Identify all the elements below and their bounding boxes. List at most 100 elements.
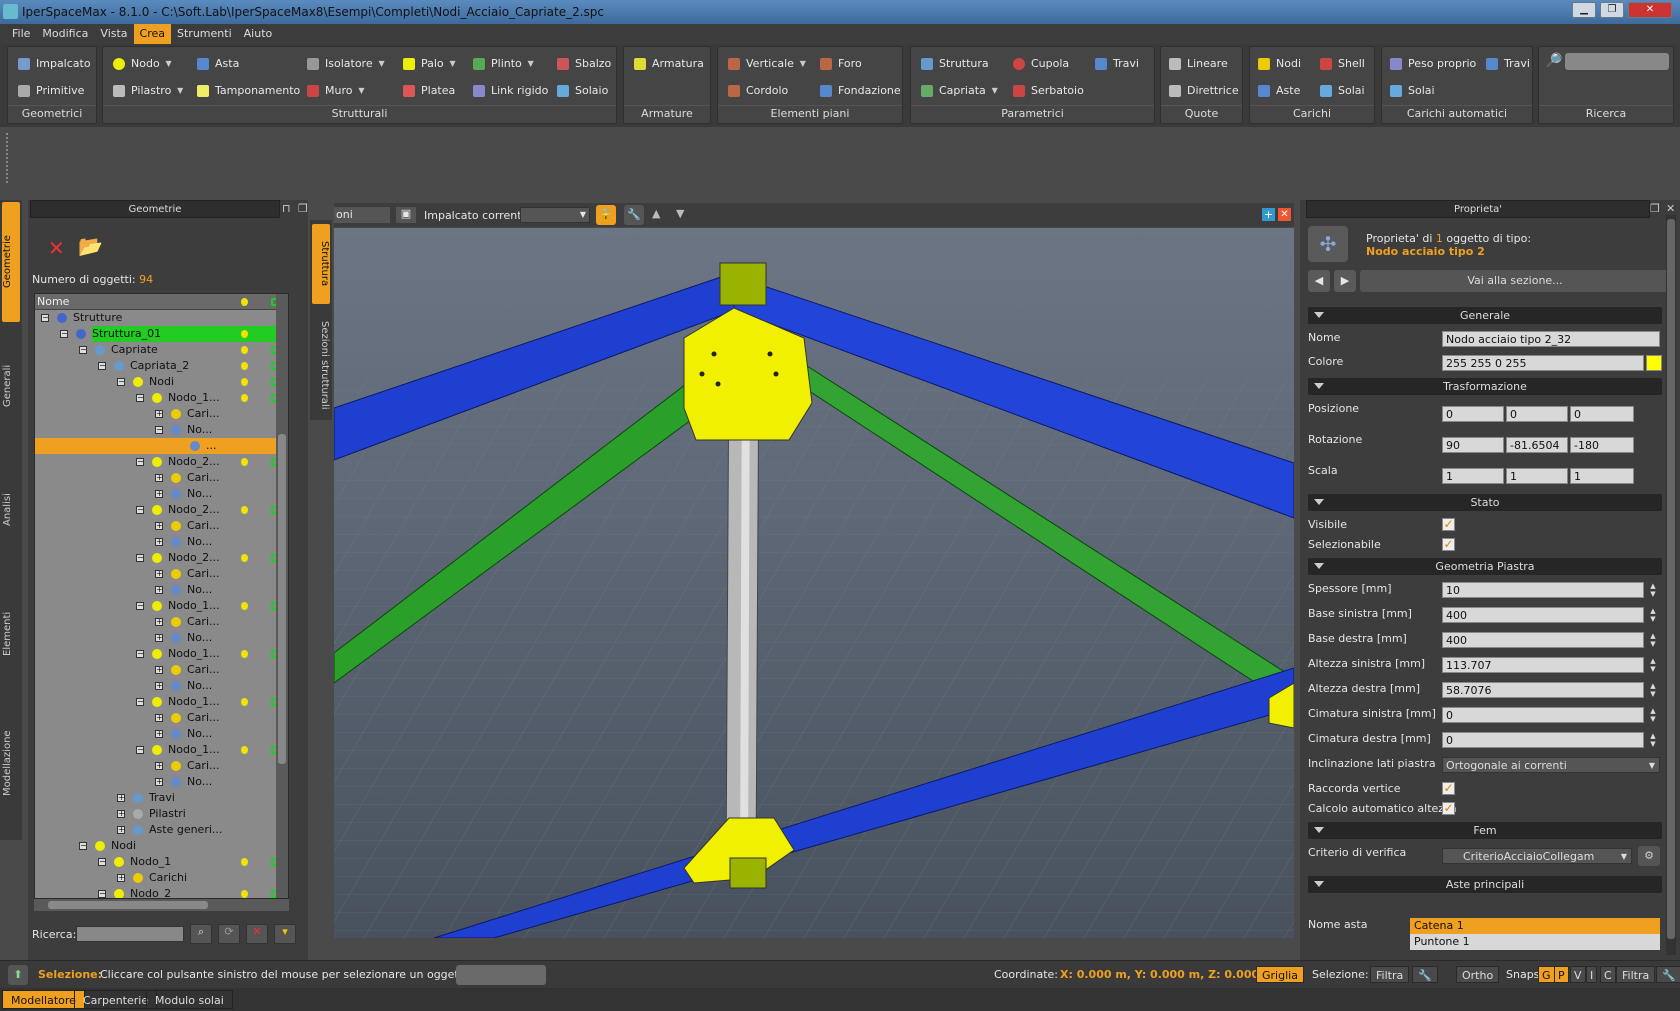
tree-item[interactable]: + No... [35, 678, 288, 694]
collapse-icon[interactable]: − [60, 330, 68, 338]
snap-filtra-button[interactable]: Filtra [1616, 966, 1656, 983]
nodo-button[interactable]: Nodo ▼ [109, 53, 172, 75]
visibility-icon[interactable] [241, 362, 248, 370]
collapse-icon[interactable]: − [98, 890, 106, 898]
carichi-aste-button[interactable]: Aste [1254, 80, 1300, 102]
pilastro-button[interactable]: Pilastro ▼ [109, 80, 183, 102]
collapse-icon[interactable]: − [136, 650, 144, 658]
visibility-icon[interactable] [241, 746, 248, 754]
pin-icon[interactable]: ⊓ [282, 202, 291, 215]
visibility-icon[interactable] [241, 394, 248, 402]
link-rigido-button[interactable]: Link rigido [469, 80, 548, 102]
menu-crea[interactable]: Crea [133, 24, 172, 44]
arrow-up-icon[interactable]: ▲ [652, 207, 660, 220]
tree-item[interactable]: + Travi [35, 790, 288, 806]
tree-item[interactable]: − Nodo_2... [35, 550, 288, 566]
properties-scrollbar[interactable] [1666, 215, 1676, 955]
tree-item[interactable]: − Strutture [35, 310, 288, 326]
status-up-icon[interactable]: ⬆ [8, 965, 28, 985]
expand-icon[interactable]: + [155, 490, 163, 498]
tree-item[interactable]: + Cari... [35, 710, 288, 726]
collapse-icon[interactable]: − [117, 378, 125, 386]
tree-item[interactable]: + Aste generi... [35, 822, 288, 838]
tree-item[interactable]: + No... [35, 534, 288, 550]
expand-icon[interactable]: + [155, 618, 163, 626]
struttura-button[interactable]: Struttura [917, 53, 989, 75]
tab-elementi[interactable]: Elementi [2, 574, 20, 694]
tree-item[interactable]: − Nodo_1... [35, 742, 288, 758]
tree-item[interactable]: − No... [35, 422, 288, 438]
carichi-travi-button[interactable]: Travi [1482, 53, 1530, 75]
calcolo-automatico-checkbox[interactable]: ✓ [1442, 802, 1455, 815]
cimatura-sinistra-spinner[interactable]: ▲ ▼ [1648, 707, 1658, 723]
expand-icon[interactable]: + [117, 826, 125, 834]
snap-g-toggle[interactable]: G [1538, 966, 1555, 983]
collapse-icon[interactable]: − [136, 698, 144, 706]
visibility-icon[interactable] [241, 330, 248, 338]
wrench-icon[interactable]: 🔧 [624, 205, 644, 225]
filtra-button[interactable]: Filtra [1370, 966, 1410, 983]
expand-icon[interactable]: + [117, 810, 125, 818]
ortho-toggle[interactable]: Ortho [1456, 966, 1500, 983]
carichi-nodi-button[interactable]: Nodi [1254, 53, 1301, 75]
section-generale[interactable]: Generale [1308, 307, 1662, 324]
open-folder-icon[interactable]: 📂 [78, 234, 103, 258]
raccorda-vertice-checkbox[interactable]: ✓ [1442, 782, 1455, 795]
views-dropdown[interactable]: oni vista... [334, 207, 390, 223]
collapse-icon[interactable]: − [79, 842, 87, 850]
base-destra-spinner[interactable]: ▲ ▼ [1648, 632, 1658, 648]
tamponamento-button[interactable]: Tamponamento [193, 80, 300, 102]
tree-scrollbar[interactable] [276, 294, 288, 898]
tree-item[interactable]: + Cari... [35, 566, 288, 582]
expand-icon[interactable]: + [117, 874, 125, 882]
section-stato[interactable]: Stato [1308, 494, 1662, 511]
tree-item[interactable]: + Cari... [35, 470, 288, 486]
cimatura-destra-field[interactable]: 0 [1442, 732, 1644, 748]
altezza-sinistra-field[interactable]: 113.707 [1442, 657, 1644, 673]
snap-v-toggle[interactable]: V [1570, 966, 1586, 983]
tree-hscrollbar[interactable] [34, 899, 289, 911]
collapse-icon[interactable]: − [136, 458, 144, 466]
expand-icon[interactable]: + [155, 410, 163, 418]
expand-icon[interactable]: + [155, 634, 163, 642]
tree-item[interactable]: + No... [35, 726, 288, 742]
verticale-button[interactable]: Verticale ▼ [724, 53, 806, 75]
travi-param-button[interactable]: Travi [1091, 53, 1139, 75]
collapse-icon[interactable]: − [155, 426, 163, 434]
solaio-button[interactable]: Solaio [553, 80, 608, 102]
collapse-icon[interactable]: − [136, 506, 144, 514]
visibility-icon[interactable] [241, 890, 248, 898]
status-wrench-icon[interactable]: 🔧 [1412, 966, 1438, 983]
tree-item[interactable]: − Nodi [35, 374, 288, 390]
collapse-icon[interactable]: − [98, 858, 106, 866]
tree-scroll-thumb[interactable] [278, 434, 286, 764]
primitive-button[interactable]: Primitive [14, 80, 84, 102]
tree-item[interactable]: + Pilastri [35, 806, 288, 822]
visibility-icon[interactable] [241, 554, 248, 562]
collapse-icon[interactable]: − [136, 394, 144, 402]
altezza-sinistra-spinner[interactable]: ▲ ▼ [1648, 657, 1658, 673]
close-icon[interactable]: ✕ [1628, 2, 1672, 18]
tree-item[interactable]: + Cari... [35, 518, 288, 534]
expand-icon[interactable]: + [155, 538, 163, 546]
tree-item[interactable]: + Cari... [35, 662, 288, 678]
visibile-checkbox[interactable]: ✓ [1442, 518, 1455, 531]
platea-button[interactable]: Platea [399, 80, 455, 102]
expand-icon[interactable]: + [155, 778, 163, 786]
refresh-icon[interactable]: ⟳ [218, 924, 240, 944]
expand-icon[interactable]: + [117, 794, 125, 802]
collapse-icon[interactable]: − [41, 314, 49, 322]
visibility-icon[interactable] [241, 650, 248, 658]
inclinazione-select[interactable]: Ortogonale ai correnti ▼ [1442, 757, 1660, 773]
goto-section-dropdown[interactable]: Vai alla sezione... [1360, 270, 1670, 292]
asta-row-puntone[interactable]: Puntone 1 [1410, 934, 1660, 950]
expand-icon[interactable]: + [155, 666, 163, 674]
expand-icon[interactable]: + [155, 730, 163, 738]
menu-strumenti[interactable]: Strumenti [171, 24, 238, 44]
collapse-icon[interactable]: − [79, 346, 87, 354]
section-fem[interactable]: Fem [1308, 822, 1662, 839]
direttrice-button[interactable]: Direttrice [1165, 80, 1239, 102]
visibility-icon[interactable] [241, 698, 248, 706]
collapse-icon[interactable]: − [136, 554, 144, 562]
delete-icon[interactable]: ✕ [48, 236, 65, 260]
